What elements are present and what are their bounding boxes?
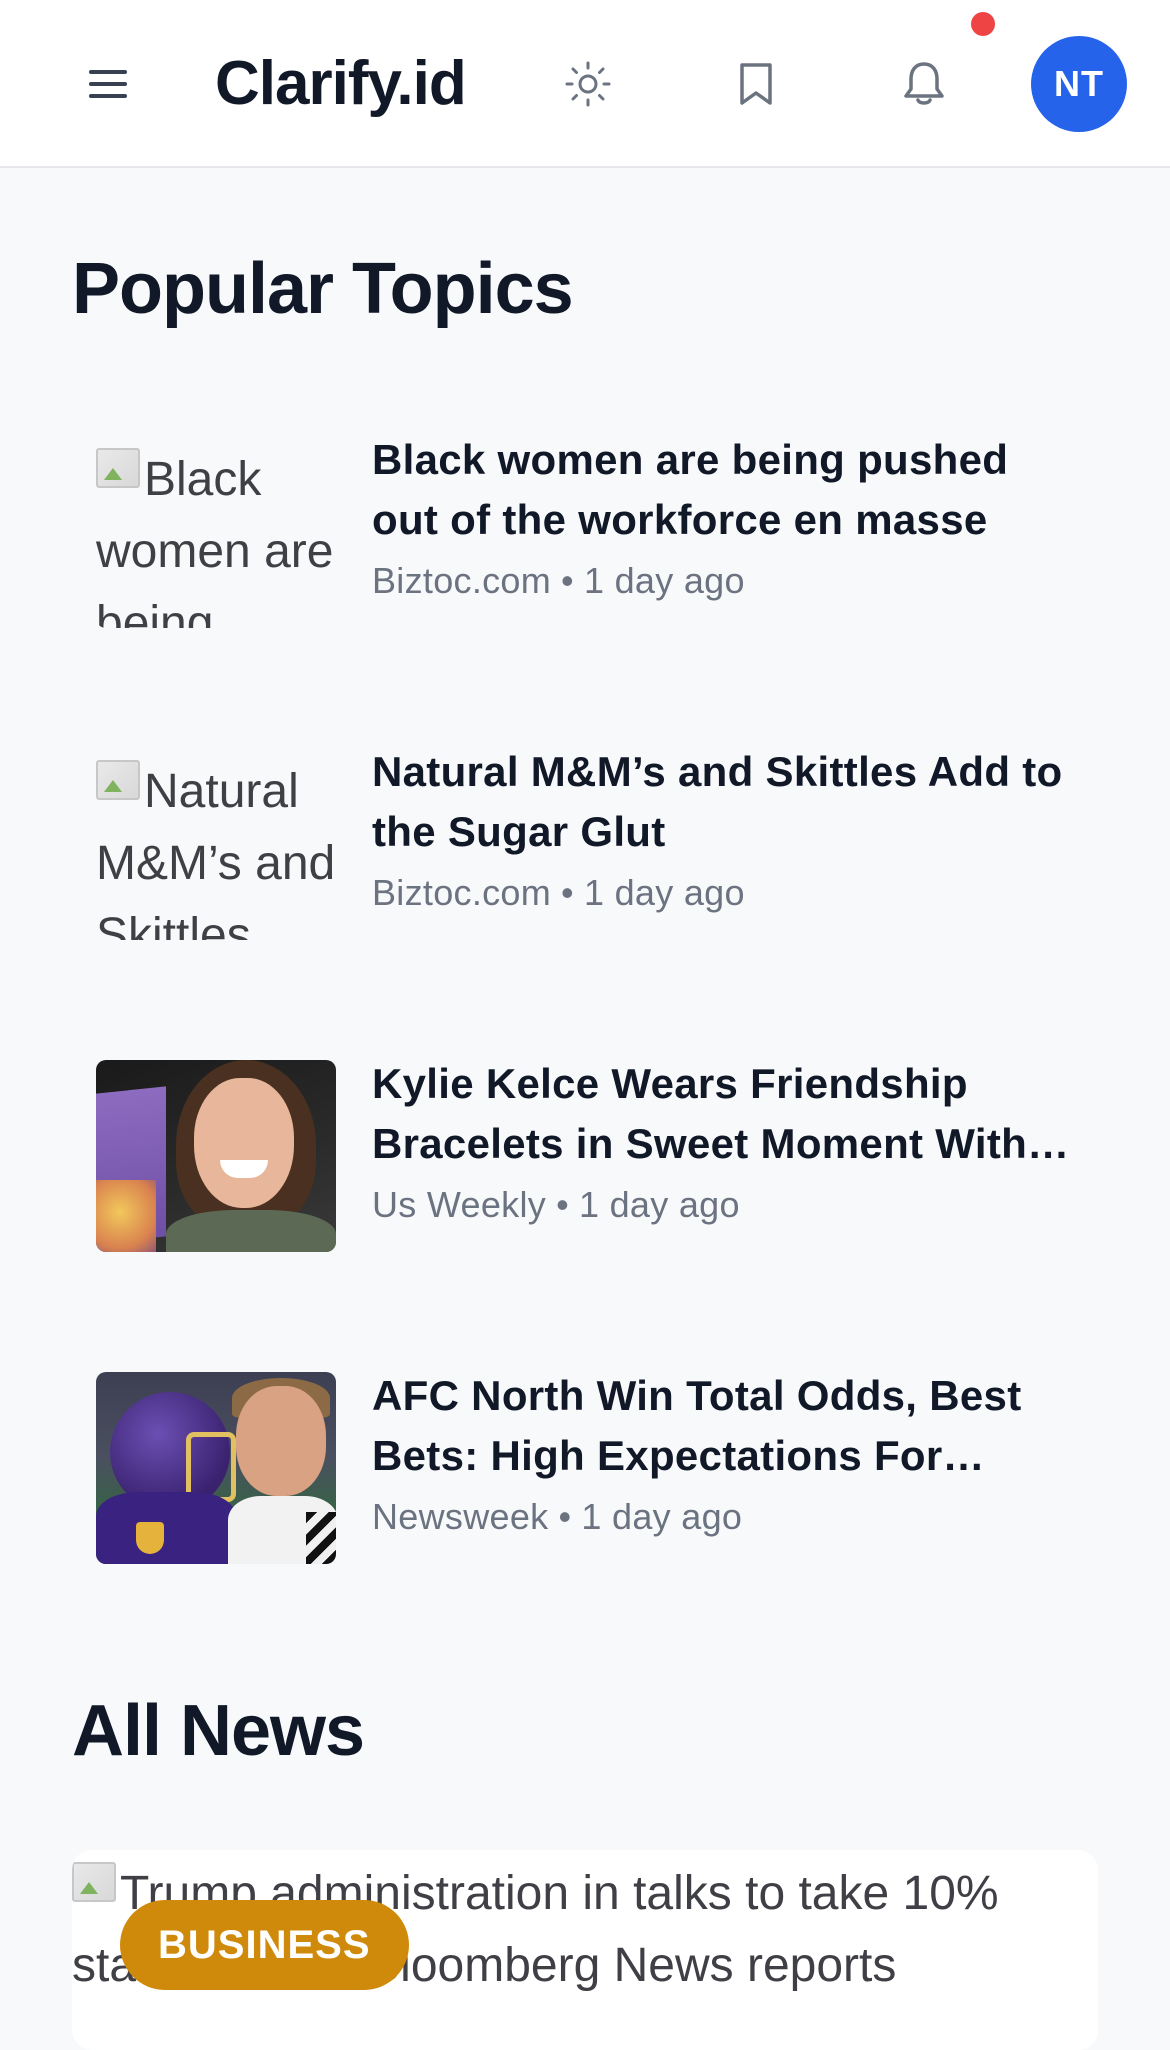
topic-meta: Newsweek • 1 day ago xyxy=(372,1492,1072,1542)
meta-separator: • xyxy=(561,872,574,913)
topic-source: Us Weekly xyxy=(372,1184,547,1225)
meta-separator: • xyxy=(556,1184,569,1225)
topic-thumbnail-broken: Black women are being xyxy=(96,436,336,628)
topic-title[interactable]: Natural M&M’s and Skittles Add to the Su… xyxy=(372,742,1072,862)
topic-time: 1 day ago xyxy=(583,560,745,601)
topic-title[interactable]: Black women are being pushed out of the … xyxy=(372,430,1072,550)
bookmarks-button[interactable] xyxy=(728,56,784,112)
topic-item[interactable]: Kylie Kelce Wears Friendship Bracelets i… xyxy=(96,1054,1096,1366)
all-news-heading: All News xyxy=(72,1691,365,1771)
topic-item[interactable]: Natural M&M’s and Skittles Natural M&M’s… xyxy=(96,742,1096,1054)
topic-item[interactable]: AFC North Win Total Odds, Best Bets: Hig… xyxy=(96,1366,1096,1678)
broken-image-icon xyxy=(96,448,140,488)
topic-thumbnail-photo xyxy=(96,1060,336,1252)
topic-time: 1 day ago xyxy=(578,1184,740,1225)
bell-icon xyxy=(904,62,944,105)
popular-topics-heading: Popular Topics xyxy=(72,249,574,329)
topic-meta: Biztoc.com • 1 day ago xyxy=(372,556,1072,606)
notification-badge xyxy=(971,12,995,36)
topic-source: Biztoc.com xyxy=(372,872,552,913)
topic-source: Biztoc.com xyxy=(372,560,552,601)
topic-item[interactable]: Black women are being Black women are be… xyxy=(96,430,1096,742)
broken-image-icon xyxy=(72,1862,116,1902)
popular-topics-list: Black women are being Black women are be… xyxy=(96,430,1096,1678)
topic-meta: Biztoc.com • 1 day ago xyxy=(372,868,1072,918)
sun-icon xyxy=(565,61,611,107)
meta-separator: • xyxy=(558,1496,572,1537)
user-avatar[interactable]: NT xyxy=(1031,36,1127,132)
theme-toggle-button[interactable] xyxy=(560,56,616,112)
topic-meta: Us Weekly • 1 day ago xyxy=(372,1180,1072,1230)
topic-thumbnail-photo xyxy=(96,1372,336,1564)
notifications-button[interactable] xyxy=(896,56,952,112)
topic-title[interactable]: AFC North Win Total Odds, Best Bets: Hig… xyxy=(372,1366,1072,1486)
meta-separator: • xyxy=(561,560,574,601)
app-header: Clarify.id NT xyxy=(0,0,1170,168)
menu-icon xyxy=(89,70,127,98)
broken-image-icon xyxy=(96,760,140,800)
topic-time: 1 day ago xyxy=(583,872,745,913)
topic-thumbnail-broken: Natural M&M’s and Skittles xyxy=(96,748,336,940)
topic-source: Newsweek xyxy=(372,1496,549,1537)
menu-button[interactable] xyxy=(78,58,138,110)
bookmark-icon xyxy=(740,63,772,105)
category-badge[interactable]: BUSINESS xyxy=(120,1900,409,1990)
topic-title[interactable]: Kylie Kelce Wears Friendship Bracelets i… xyxy=(372,1054,1072,1174)
topic-time: 1 day ago xyxy=(581,1496,743,1537)
app-logo[interactable]: Clarify.id xyxy=(215,44,467,124)
